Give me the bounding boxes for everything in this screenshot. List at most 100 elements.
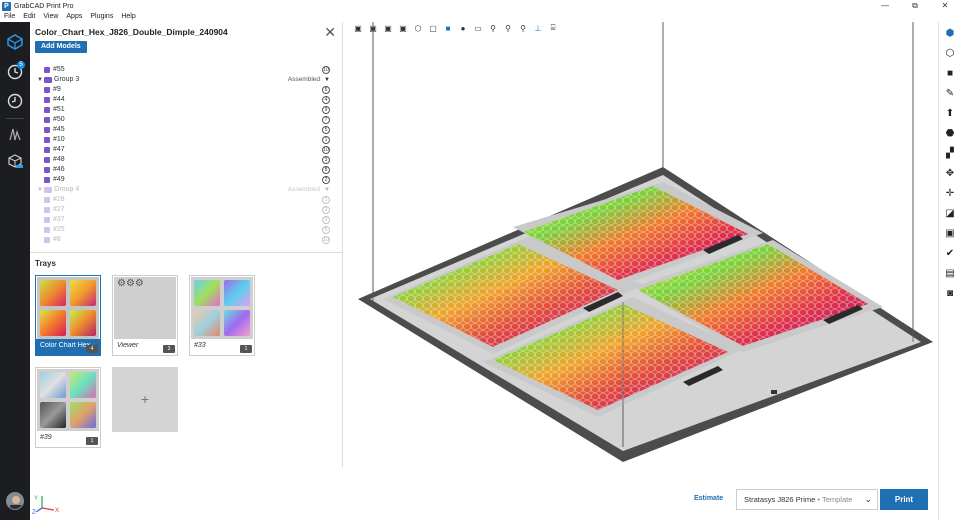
model-icon: [44, 107, 50, 113]
expand-arrow-icon[interactable]: ▼: [37, 185, 43, 195]
minimize-button[interactable]: —: [870, 0, 900, 12]
orient-icon[interactable]: ⬣: [943, 126, 957, 140]
tray-card[interactable]: ⚙⚙⚙ Viewer 3: [112, 275, 178, 356]
copy-count-badge: 10: [322, 66, 330, 74]
add-tray-button[interactable]: +: [112, 367, 178, 432]
copy-count-badge: 5: [322, 226, 330, 234]
tray-card[interactable]: #39 1: [35, 367, 101, 448]
trays-heading: Trays: [35, 259, 56, 268]
tray-thumbnail: [37, 277, 99, 339]
tree-item-label: #49: [53, 176, 65, 183]
arrange-icon[interactable]: ⬆: [943, 106, 957, 120]
model-icon: [44, 97, 50, 103]
tray-card[interactable]: Color Chart Hex ... 4: [35, 275, 101, 356]
rotate-icon[interactable]: ✥: [943, 166, 957, 180]
model-icon: [44, 157, 50, 163]
tray-thumbnail: ⚙⚙⚙: [114, 277, 176, 339]
tree-item-label: #9: [53, 86, 61, 93]
measure-icon[interactable]: ✎: [943, 86, 957, 100]
copy-count-badge: 8: [322, 166, 330, 174]
tree-item-label: #51: [53, 106, 65, 113]
printer-name: Stratasys J826 Prime: [744, 495, 816, 504]
tree-group-label: Group 4: [54, 186, 80, 193]
nav-new-feature-button[interactable]: [4, 150, 26, 172]
group-status: Assembled: [287, 186, 320, 193]
chevron-down-icon[interactable]: ▼: [324, 185, 330, 195]
box-new-icon: [8, 154, 23, 168]
check-icon[interactable]: ✔: [943, 246, 957, 260]
tray-settings-icon[interactable]: ⬡: [943, 46, 957, 60]
tree-item-label: #10: [53, 136, 65, 143]
material-icon[interactable]: ■: [943, 66, 957, 80]
menu-view[interactable]: View: [39, 12, 62, 22]
tree-item-row[interactable]: #8 10: [30, 235, 330, 245]
tree-item-row[interactable]: #55 10: [30, 66, 330, 75]
tree-item-row[interactable]: #51 9: [30, 105, 330, 115]
model-icon: [44, 237, 50, 243]
tree-item-row[interactable]: #28 1: [30, 195, 330, 205]
nav-history-button[interactable]: [4, 90, 26, 112]
tree-group-row[interactable]: ▼ Group 4 Assembled ▼: [30, 185, 330, 195]
menu-edit[interactable]: Edit: [19, 12, 39, 22]
tree-group-label: Group 3: [54, 76, 80, 83]
copy-count-badge: 7: [322, 116, 330, 124]
tree-item-row[interactable]: #27 2: [30, 205, 330, 215]
layout-icon[interactable]: ▞: [943, 146, 957, 160]
report-icon[interactable]: ▤: [943, 266, 957, 280]
tree-item-row[interactable]: #25 5: [30, 225, 330, 235]
tray-cube-icon: [7, 34, 23, 50]
printer-select[interactable]: Stratasys J826 Prime • Template ⌄: [736, 489, 878, 510]
nav-reports-button[interactable]: [4, 123, 26, 145]
tree-item-row[interactable]: #47 10: [30, 145, 330, 155]
tree-item-label: #48: [53, 156, 65, 163]
print-button[interactable]: Print: [880, 489, 928, 510]
model-icon: [44, 127, 50, 133]
colorize-icon[interactable]: ▣: [943, 226, 957, 240]
model-icon: [44, 137, 50, 143]
window-controls: — ⧉ ✕: [870, 0, 960, 12]
queue-count-badge: 5: [17, 61, 25, 69]
tree-item-row[interactable]: #48 3: [30, 155, 330, 165]
close-window-button[interactable]: ✕: [930, 0, 960, 12]
chevron-down-icon[interactable]: ▼: [324, 75, 330, 85]
model-tree: #55 10 ▼ Group 3 Assembled ▼ #9 6 #44 4 #51 9 #50 7 #4…: [30, 66, 343, 252]
scale-icon[interactable]: ◪: [943, 206, 957, 220]
nav-queue-button[interactable]: 5: [4, 61, 26, 83]
menu-plugins[interactable]: Plugins: [86, 12, 117, 22]
tree-item-row[interactable]: #10 1: [30, 135, 330, 145]
tree-item-row[interactable]: #50 7: [30, 115, 330, 125]
expand-arrow-icon[interactable]: ▼: [37, 75, 43, 85]
tray-card[interactable]: #33 1: [189, 275, 255, 356]
copy-count-badge: 1: [322, 196, 330, 204]
menu-help[interactable]: Help: [117, 12, 139, 22]
tree-item-label: #47: [53, 146, 65, 153]
copy-count-badge: 3: [322, 156, 330, 164]
export-icon[interactable]: ◙: [943, 286, 957, 300]
title-bar: P GrabCAD Print Pro — ⧉ ✕: [0, 0, 960, 12]
nav-printers-button[interactable]: [4, 31, 26, 53]
add-models-button[interactable]: Add Models: [35, 41, 87, 53]
user-avatar[interactable]: [6, 492, 24, 510]
model-cube-icon[interactable]: ⬢: [943, 26, 957, 40]
app-title: GrabCAD Print Pro: [14, 2, 74, 10]
tree-item-label: #55: [53, 66, 65, 73]
menu-apps[interactable]: Apps: [62, 12, 86, 22]
estimate-link[interactable]: Estimate: [694, 495, 723, 502]
tray-thumbnail: [191, 277, 253, 339]
chevron-down-icon: ⌄: [864, 494, 872, 504]
tree-item-row[interactable]: #44 4: [30, 95, 330, 105]
restore-button[interactable]: ⧉: [900, 0, 930, 12]
move-icon[interactable]: ✛: [943, 186, 957, 200]
tree-group-row[interactable]: ▼ Group 3 Assembled ▼: [30, 75, 330, 85]
tree-item-row[interactable]: #37 3: [30, 215, 330, 225]
axes-indicator: Y X Z: [32, 496, 59, 514]
3d-viewport[interactable]: ▣ ▣ ▣ ▣ ⬡ ▢ ■ ● ▭ ⚲ ⚲ ⚲ ⊥ ⌸: [343, 22, 938, 520]
tree-item-row[interactable]: #9 6: [30, 85, 330, 95]
tree-item-row[interactable]: #46 8: [30, 165, 330, 175]
tree-item-row[interactable]: #45 5: [30, 125, 330, 135]
menu-file[interactable]: File: [0, 12, 19, 22]
model-icon: [44, 177, 50, 183]
close-panel-icon[interactable]: ✕: [324, 24, 336, 41]
tree-item-row[interactable]: #49 2: [30, 175, 330, 185]
model-icon: [44, 197, 50, 203]
